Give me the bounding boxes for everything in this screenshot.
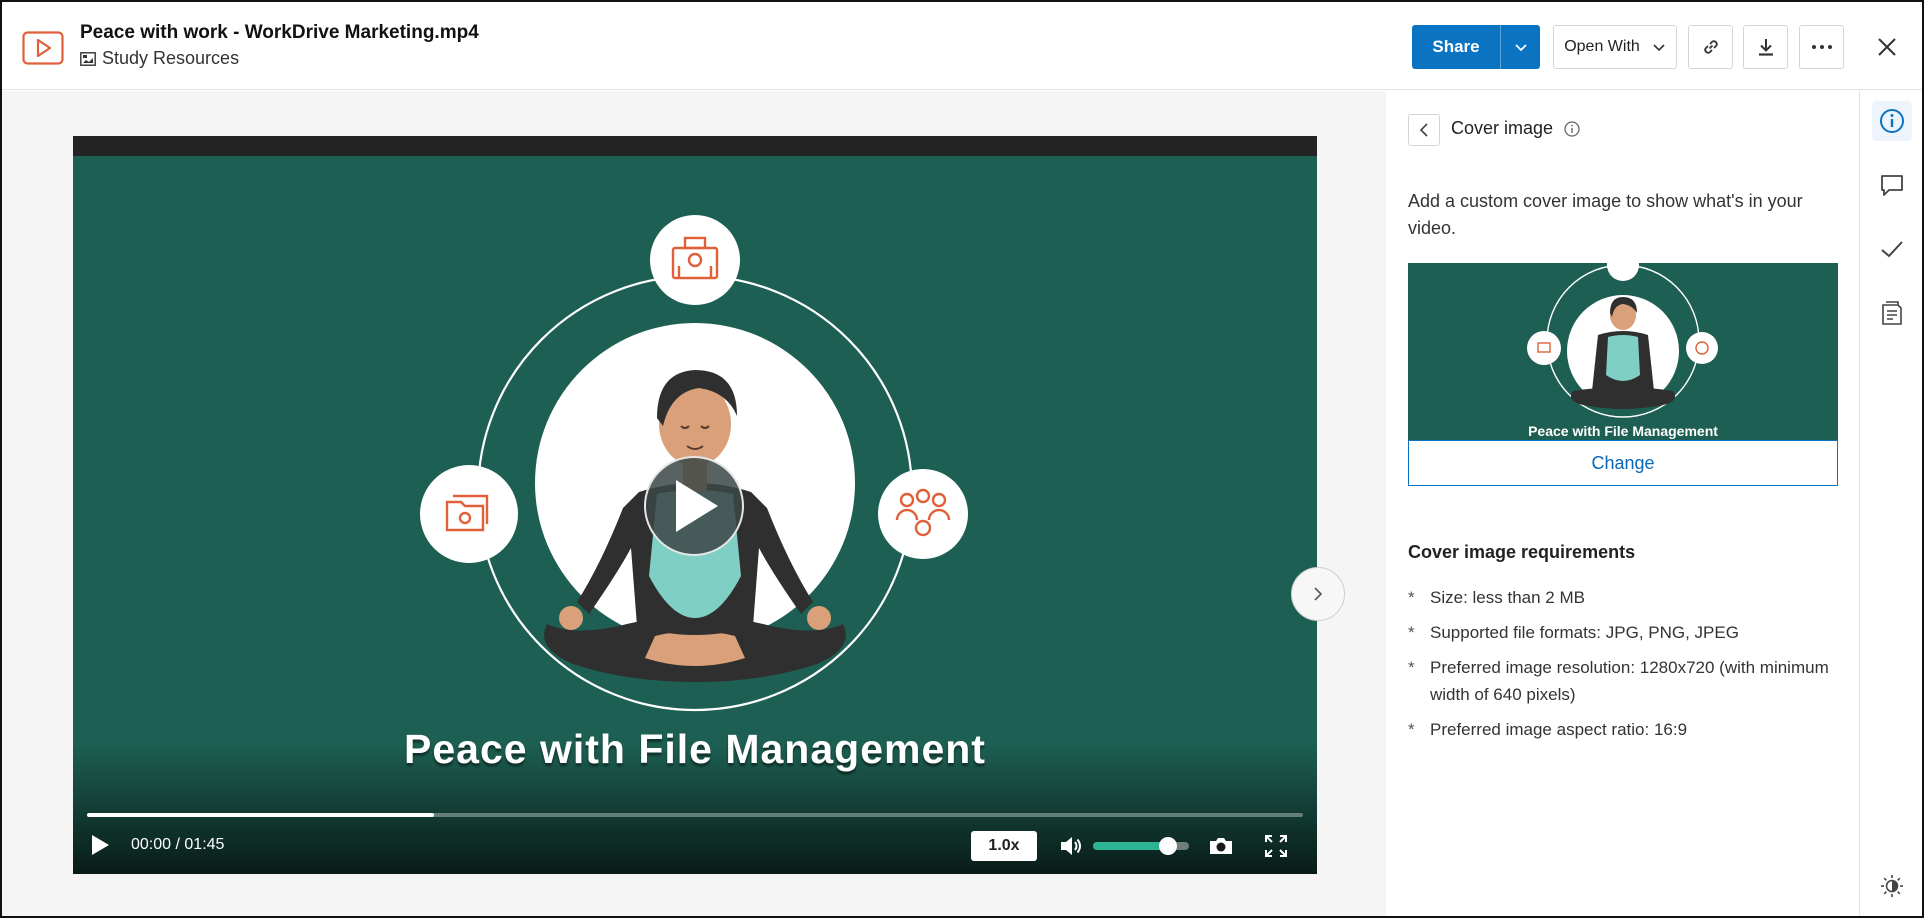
open-with-label: Open With xyxy=(1564,38,1640,55)
download-icon xyxy=(1758,39,1773,56)
thumbnail-caption: Peace with File Management xyxy=(1528,423,1718,439)
video-file-icon xyxy=(22,31,64,65)
folder-icon xyxy=(80,51,96,66)
play-icon xyxy=(676,480,718,532)
time-display: 00:00 / 01:45 xyxy=(131,836,224,854)
list-item: * Preferred image resolution: 1280x720 (w… xyxy=(1408,654,1848,708)
center-play-button[interactable] xyxy=(644,456,744,556)
more-options-button[interactable] xyxy=(1799,25,1844,69)
requirement-text: Preferred image resolution: 1280x720 (wi… xyxy=(1430,658,1829,704)
documents-icon xyxy=(1882,301,1902,325)
cover-thumbnail: Peace with File Management xyxy=(1408,263,1838,441)
chevron-right-icon xyxy=(1314,587,1323,601)
volume-level xyxy=(1093,842,1168,850)
chevron-down-icon xyxy=(1514,44,1527,52)
rail-versions-button[interactable] xyxy=(1872,293,1912,333)
thumbnail-illustration xyxy=(1527,263,1718,418)
play-button[interactable] xyxy=(85,830,115,860)
cover-image-panel: Cover image Add a custom cover image to … xyxy=(1386,91,1859,916)
volume-handle[interactable] xyxy=(1158,837,1177,855)
requirement-text: Size: less than 2 MB xyxy=(1430,588,1585,607)
next-file-button[interactable] xyxy=(1291,567,1345,621)
back-button[interactable] xyxy=(1408,114,1440,146)
theme-toggle-icon xyxy=(1881,875,1903,897)
play-icon xyxy=(92,835,109,855)
download-button[interactable] xyxy=(1743,25,1788,69)
file-title: Peace with work - WorkDrive Marketing.mp… xyxy=(80,22,479,43)
folder-name: Study Resources xyxy=(102,48,240,68)
camera-icon[interactable] xyxy=(1207,832,1235,860)
right-rail xyxy=(1859,91,1922,916)
folder-breadcrumb[interactable]: Study Resources xyxy=(80,48,239,69)
open-with-button[interactable]: Open With xyxy=(1553,25,1677,69)
seek-bar[interactable] xyxy=(87,813,1303,817)
list-bullet: * xyxy=(1408,623,1415,642)
requirement-text: Preferred image aspect ratio: 16:9 xyxy=(1430,720,1688,739)
info-icon[interactable] xyxy=(1563,120,1581,138)
list-item: * Size: less than 2 MB xyxy=(1408,584,1848,611)
panel-title: Cover image xyxy=(1451,118,1554,138)
time-separator: / xyxy=(175,836,180,853)
list-item: * Preferred image aspect ratio: 16:9 xyxy=(1408,716,1848,743)
requirements-list: * Size: less than 2 MB * Supported file fo… xyxy=(1408,584,1848,751)
rail-theme-button[interactable] xyxy=(1872,866,1912,906)
requirements-title: Cover image requirements xyxy=(1408,542,1636,562)
rail-info-button[interactable] xyxy=(1872,101,1912,141)
volume-slider[interactable] xyxy=(1093,837,1189,855)
share-options-button[interactable] xyxy=(1500,25,1540,69)
list-bullet: * xyxy=(1408,658,1415,677)
requirement-text: Supported file formats: JPG, PNG, JPEG xyxy=(1430,623,1739,642)
list-bullet: * xyxy=(1408,588,1415,607)
list-item: * Supported file formats: JPG, PNG, JPEG xyxy=(1408,619,1848,646)
duration: 01:45 xyxy=(184,836,225,853)
seek-bar-buffered xyxy=(87,813,434,817)
volume-icon[interactable] xyxy=(1058,833,1084,859)
close-icon xyxy=(1878,38,1896,56)
video-caption-text: Peace with File Management xyxy=(404,726,986,772)
link-icon xyxy=(1703,40,1718,54)
close-button[interactable] xyxy=(1869,29,1905,65)
share-button[interactable]: Share xyxy=(1412,25,1540,69)
playback-speed-button[interactable]: 1.0x xyxy=(971,831,1037,861)
copy-link-button[interactable] xyxy=(1688,25,1733,69)
checkmark-icon xyxy=(1881,241,1903,258)
rail-tasks-button[interactable] xyxy=(1872,229,1912,269)
fullscreen-icon[interactable] xyxy=(1262,832,1290,860)
list-bullet: * xyxy=(1408,720,1415,739)
rail-comments-button[interactable] xyxy=(1872,165,1912,205)
header-bar: Peace with work - WorkDrive Marketing.mp… xyxy=(2,2,1922,90)
info-icon xyxy=(1880,109,1904,133)
current-time: 00:00 xyxy=(131,836,172,853)
video-player[interactable]: Peace with File Management 00:00 / 01:45… xyxy=(73,136,1317,874)
chevron-down-icon xyxy=(1653,44,1665,52)
change-cover-button[interactable]: Change xyxy=(1408,440,1838,486)
panel-description: Add a custom cover image to show what's … xyxy=(1408,191,1803,238)
media-viewer: Peace with File Management 00:00 / 01:45… xyxy=(2,91,1386,916)
chevron-left-icon xyxy=(1419,123,1428,137)
share-button-label[interactable]: Share xyxy=(1412,25,1500,69)
app-window: Peace with work - WorkDrive Marketing.mp… xyxy=(0,0,1924,918)
comment-icon xyxy=(1881,175,1903,196)
more-icon xyxy=(1811,45,1832,49)
video-top-strip xyxy=(73,136,1317,156)
